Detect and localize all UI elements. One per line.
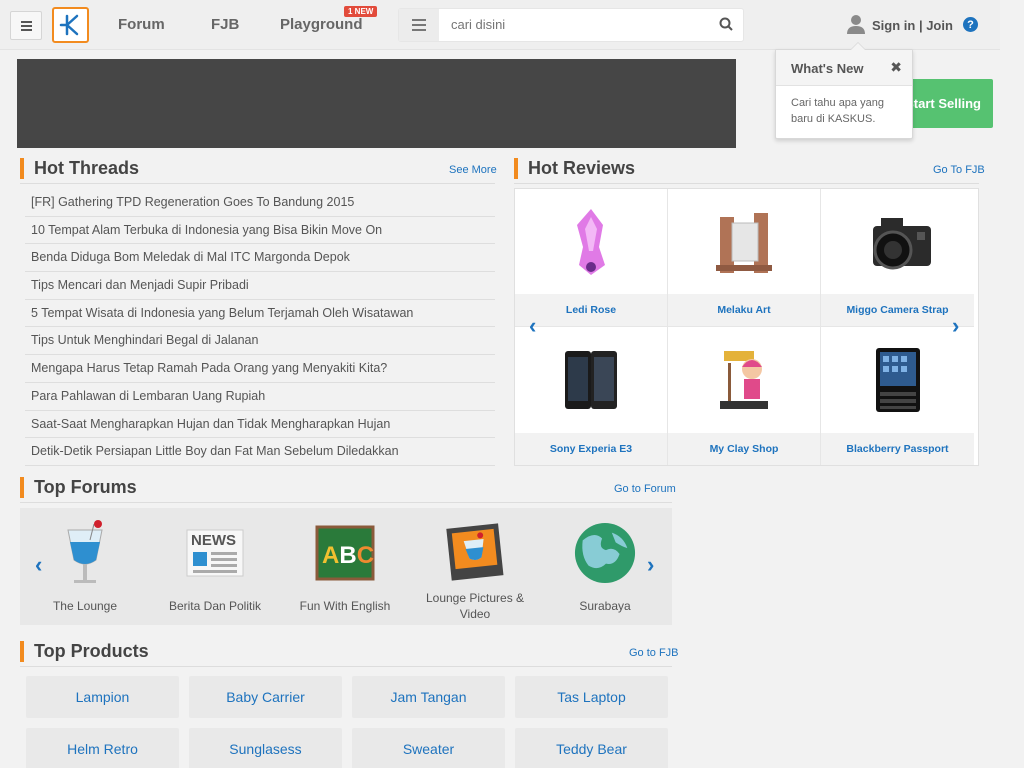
nav-forum[interactable]: Forum [118,16,165,33]
popup-body: Cari tahu apa yang baru di KASKUS. [791,97,884,125]
close-icon[interactable]: ✖ [890,59,902,76]
svg-text:NEWS: NEWS [191,532,236,549]
review-card[interactable]: Blackberry Passport [821,327,974,465]
review-card[interactable]: My Clay Shop [668,327,821,465]
hot-threads-title: Hot Threads [20,158,139,179]
go-to-fjb-products-link[interactable]: Go to FJB [629,647,679,659]
review-card[interactable]: Melaku Art [668,189,821,327]
hot-reviews-grid: Ledi Rose Melaku Art Miggo Camera Strap … [514,188,979,466]
product-image [821,189,974,295]
nav-fjb[interactable]: FJB [211,16,239,33]
nav-playground[interactable]: Playground [280,16,363,33]
lounge-icon [53,518,117,588]
abc-board-icon: ABC [313,518,377,588]
product-category-button[interactable]: Baby Carrier [189,676,342,718]
search-input[interactable] [451,17,701,32]
search-category-button[interactable] [399,9,439,41]
ad-banner[interactable] [17,59,736,148]
product-category-button[interactable]: Jam Tangan [352,676,505,718]
thread-link[interactable]: Mengapa Harus Tetap Ramah Pada Orang yan… [25,355,495,383]
top-forums-carousel: ‹ The Lounge NEWS Berita Dan Politik ABC… [20,508,672,625]
chevron-right-icon[interactable]: › [647,552,654,578]
news-icon: NEWS [183,518,247,588]
forum-tile[interactable]: The Lounge [20,508,150,625]
forum-tile[interactable]: NEWS Berita Dan Politik [150,508,280,625]
product-category-button[interactable]: Helm Retro [26,728,179,768]
help-icon[interactable]: ? [963,17,978,32]
chevron-right-icon[interactable]: › [952,313,959,339]
top-forums-title: Top Forums [20,477,137,498]
search-bar [398,8,744,42]
product-category-button[interactable]: Teddy Bear [515,728,668,768]
thread-link[interactable]: Para Pahlawan di Lembaran Uang Rupiah [25,383,495,411]
review-card[interactable]: Sony Experia E3 [515,327,668,465]
forum-name: Berita Dan Politik [168,599,262,613]
product-category-button[interactable]: Lampion [26,676,179,718]
picture-icon [443,518,507,588]
divider [20,183,495,184]
hot-threads-list: [FR] Gathering TPD Regeneration Goes To … [25,189,495,466]
review-title: Blackberry Passport [821,433,974,465]
signin-link[interactable]: Sign in | Join [846,14,953,37]
popup-title: What's New [791,61,864,76]
go-to-fjb-link[interactable]: Go To FJB [933,164,985,176]
review-title: Sony Experia E3 [515,433,667,465]
product-category-button[interactable]: Tas Laptop [515,676,668,718]
main-menu-button[interactable] [10,11,42,40]
whats-new-popup: What's New ✖ Cari tahu apa yang baru di … [775,42,913,139]
product-image [821,327,974,433]
kaskus-logo[interactable] [52,7,89,43]
thread-link[interactable]: Tips Untuk Menghindari Begal di Jalanan [25,327,495,356]
svg-text:ABC: ABC [322,542,374,569]
thread-link[interactable]: Detik-Detik Persiapan Little Boy dan Fat… [25,438,495,466]
product-category-button[interactable]: Sweater [352,728,505,768]
thread-link[interactable]: [FR] Gathering TPD Regeneration Goes To … [25,189,495,217]
product-image [668,327,820,433]
globe-icon [573,518,637,588]
product-image [668,189,820,295]
chevron-left-icon[interactable]: ‹ [529,313,536,339]
see-more-link[interactable]: See More [449,164,497,176]
hot-reviews-title: Hot Reviews [514,158,635,179]
popup-header: What's New ✖ [776,50,912,86]
forum-name: Lounge Pictures & Video [425,591,525,621]
forum-tile[interactable]: ABC Fun With English [280,508,410,625]
review-title: My Clay Shop [668,433,820,465]
forum-name: The Lounge [52,599,118,613]
thread-link[interactable]: 10 Tempat Alam Terbuka di Indonesia yang… [25,217,495,245]
divider [20,666,672,667]
review-card[interactable]: Ledi Rose [515,189,668,327]
new-badge: 1 NEW [344,6,378,17]
go-to-forum-link[interactable]: Go to Forum [614,483,676,495]
review-title: Melaku Art [668,294,820,326]
divider [20,502,672,503]
thread-link[interactable]: Benda Diduga Bom Meledak di Mal ITC Marg… [25,244,495,273]
product-image [515,189,667,295]
forum-name: Surabaya [579,599,631,613]
user-icon [846,14,866,37]
signin-label: Sign in | Join [872,18,953,33]
thread-link[interactable]: 5 Tempat Wisata di Indonesia yang Belum … [25,300,495,328]
thread-link[interactable]: Tips Mencari dan Menjadi Supir Pribadi [25,272,495,300]
search-icon[interactable] [719,17,733,36]
forum-tile[interactable]: Lounge Pictures & Video [410,508,540,625]
thread-link[interactable]: Saat-Saat Mengharapkan Hujan dan Tidak M… [25,411,495,439]
review-title: Ledi Rose [515,294,667,326]
product-image [515,327,667,433]
product-category-button[interactable]: Sunglasess [189,728,342,768]
top-products-title: Top Products [20,641,149,662]
review-card[interactable]: Miggo Camera Strap [821,189,974,327]
divider [514,183,979,184]
forum-name: Fun With English [299,599,391,613]
